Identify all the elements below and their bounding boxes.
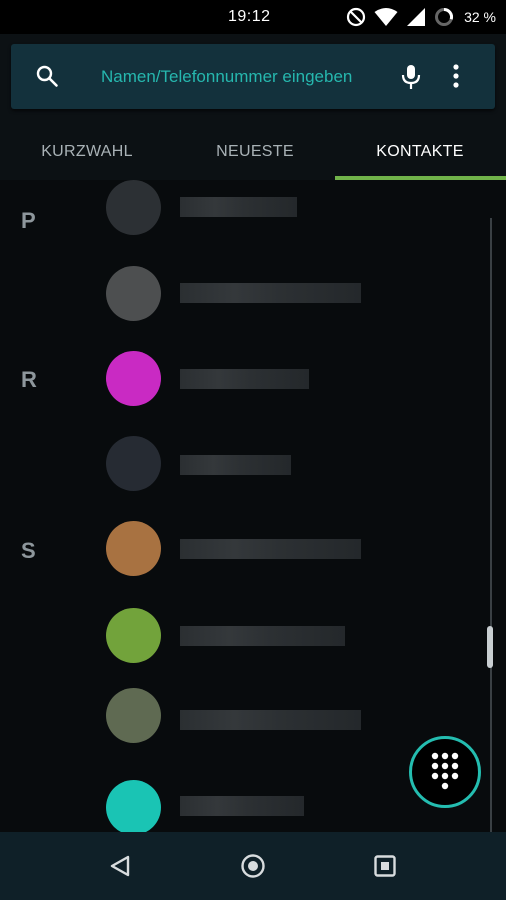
contact-name-redacted — [180, 539, 361, 559]
contact-avatar — [106, 436, 161, 491]
battery-percent: 32 % — [464, 9, 496, 25]
status-time: 19:12 — [228, 8, 271, 25]
contact-name-redacted — [180, 796, 304, 816]
do-not-disturb-icon — [346, 7, 366, 27]
wifi-icon — [374, 8, 398, 26]
scrollbar-track[interactable] — [490, 218, 492, 832]
contact-avatar — [106, 351, 161, 406]
search-icon[interactable] — [35, 64, 59, 88]
status-icons: 32 % — [346, 7, 496, 27]
contact-name-redacted — [180, 283, 361, 303]
contact-avatar — [106, 608, 161, 663]
search-bar[interactable]: Namen/Telefonnummer eingeben — [11, 44, 495, 109]
tab-kontakte[interactable]: KONTAKTE — [336, 124, 504, 180]
status-bar: 19:12 32 % — [0, 0, 506, 34]
contact-name-redacted — [180, 197, 297, 217]
contact-name-redacted — [180, 710, 361, 730]
mic-icon[interactable] — [400, 63, 422, 91]
tab-neueste[interactable]: NEUESTE — [171, 124, 339, 180]
contact-name-redacted — [180, 369, 309, 389]
contact-list[interactable]: P R S — [0, 180, 506, 832]
tab-kurzwahl[interactable]: KURZWAHL — [3, 124, 171, 180]
dialpad-icon — [431, 752, 459, 790]
contact-avatar — [106, 521, 161, 576]
recents-icon[interactable] — [373, 854, 397, 878]
back-icon[interactable] — [108, 854, 132, 878]
search-input[interactable]: Namen/Telefonnummer eingeben — [101, 67, 352, 87]
contact-name-redacted — [180, 626, 345, 646]
navigation-bar — [0, 832, 506, 900]
contact-avatar — [106, 780, 161, 832]
cell-signal-icon — [407, 8, 426, 26]
contact-avatar — [106, 688, 161, 743]
home-icon[interactable] — [240, 853, 266, 879]
dialpad-button[interactable] — [409, 736, 481, 808]
contact-name-redacted — [180, 455, 291, 475]
contact-avatar — [106, 180, 161, 235]
battery-ring-icon — [435, 7, 454, 26]
section-letter-r: R — [21, 367, 37, 392]
contact-avatar — [106, 266, 161, 321]
more-vert-icon[interactable] — [451, 63, 461, 89]
tab-bar: KURZWAHL NEUESTE KONTAKTE — [0, 124, 506, 180]
scrollbar-thumb[interactable] — [487, 626, 493, 668]
section-letter-p: P — [21, 208, 36, 233]
section-letter-s: S — [21, 538, 36, 563]
